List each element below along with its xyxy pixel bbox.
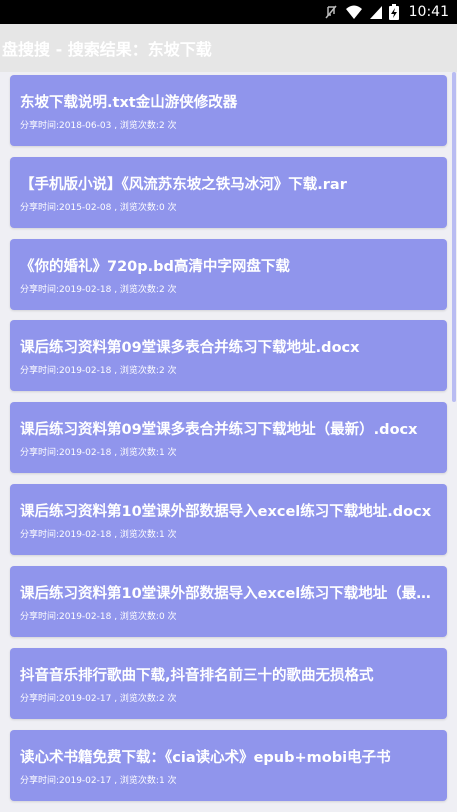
result-title: 抖音音乐排行歌曲下载,抖音排名前三十的歌曲无损格式 [20,668,374,684]
result-card[interactable]: 【手机版小说】《风流苏东坡之铁马冰河》下载.rar 分享时间:2015-02-0… [10,157,447,228]
result-title: 读心术书籍免费下载：《cia读心术》epub+mobi电子书 [20,750,391,766]
result-card[interactable]: 东坡下载说明.txt金山游侠修改器 分享时间:2018-06-03 , 浏览次数… [10,75,447,146]
status-bar: 10:41 [0,0,457,24]
result-meta: 分享时间:2015-02-08 , 浏览次数:0 次 [20,203,177,213]
signal-icon [369,4,383,20]
result-card[interactable]: 课后练习资料第10堂课外部数据导入excel练习下载地址.docx 分享时间:2… [10,484,447,555]
result-title: 课后练习资料第10堂课外部数据导入excel练习下载地址.docx [20,504,432,520]
result-card[interactable]: 《你的婚礼》720p.bd高清中字网盘下载 分享时间:2019-02-18 , … [10,239,447,310]
result-meta: 分享时间:2019-02-17 , 浏览次数:1 次 [20,776,177,786]
result-meta: 分享时间:2019-02-17 , 浏览次数:2 次 [20,694,177,704]
result-title: 《你的婚礼》720p.bd高清中字网盘下载 [20,259,290,275]
status-time: 10:41 [408,4,449,20]
result-meta: 分享时间:2019-02-18 , 浏览次数:0 次 [20,612,177,622]
result-meta: 分享时间:2019-02-18 , 浏览次数:1 次 [20,530,177,540]
page-title: 盘搜搜 - 搜索结果：东坡下载 [2,40,212,59]
result-card[interactable]: 课后练习资料第09堂课多表合并练习下载地址（最新）.docx 分享时间:2019… [10,402,447,473]
result-card[interactable]: 抖音音乐排行歌曲下载,抖音排名前三十的歌曲无损格式 分享时间:2019-02-1… [10,648,447,719]
status-icons: 10:41 [323,0,449,24]
result-card[interactable]: 课后练习资料第10堂课外部数据导入excel练习下载地址（最新）.docx 分享… [10,566,447,637]
result-meta: 分享时间:2019-02-18 , 浏览次数:2 次 [20,285,177,295]
app-bar: 盘搜搜 - 搜索结果：东坡下载 [0,24,457,72]
result-meta: 分享时间:2018-06-03 , 浏览次数:2 次 [20,121,177,131]
battery-icon [388,4,399,20]
results-list[interactable]: 东坡下载说明.txt金山游侠修改器 分享时间:2018-06-03 , 浏览次数… [0,72,457,812]
result-title: 【手机版小说】《风流苏东坡之铁马冰河》下载.rar [20,177,347,193]
result-title: 东坡下载说明.txt金山游侠修改器 [20,95,238,111]
result-card[interactable]: 课后练习资料第09堂课多表合并练习下载地址.docx 分享时间:2019-02-… [10,320,447,391]
result-meta: 分享时间:2019-02-18 , 浏览次数:1 次 [20,448,177,458]
result-title: 课后练习资料第09堂课多表合并练习下载地址.docx [20,340,360,356]
result-title: 课后练习资料第10堂课外部数据导入excel练习下载地址（最新）.docx [20,586,435,602]
result-title: 课后练习资料第09堂课多表合并练习下载地址（最新）.docx [20,422,418,438]
mute-icon [323,4,339,20]
result-meta: 分享时间:2019-02-18 , 浏览次数:2 次 [20,366,177,376]
wifi-icon [345,4,363,20]
scrollbar[interactable] [452,72,456,402]
result-card[interactable]: 读心术书籍免费下载：《cia读心术》epub+mobi电子书 分享时间:2019… [10,730,447,801]
